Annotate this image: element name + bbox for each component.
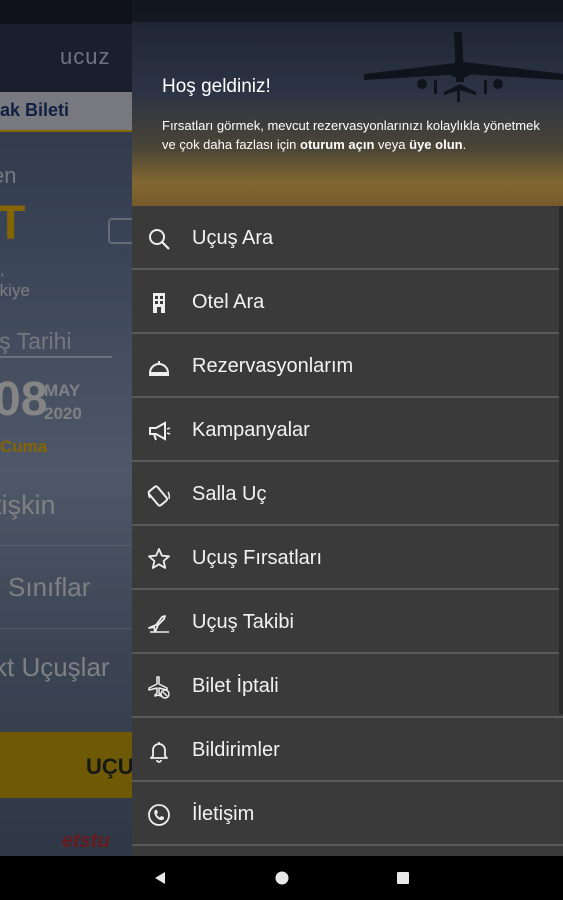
airplane-icon [364,32,563,102]
menu-item-notifications[interactable]: Bildirimler [132,718,563,782]
plane-cancel-icon [146,674,172,700]
menu-item-reservations[interactable]: Rezervasyonlarım [132,334,563,398]
menu-item-flight-tracking[interactable]: Uçuş Takibi [132,590,563,654]
scrollbar[interactable] [559,206,563,714]
menu-item-campaigns[interactable]: Kampanyalar [132,398,563,462]
register-link[interactable]: üye olun [409,137,462,152]
navigation-drawer: Hoş geldiniz! Fırsatları görmek, mevcut … [132,0,563,856]
drawer-header: Hoş geldiniz! Fırsatları görmek, mevcut … [132,0,563,206]
status-bar [132,0,563,22]
menu-item-ticket-cancel[interactable]: Bilet İptali [132,654,563,718]
service-bell-icon [146,354,172,380]
menu-item-contact[interactable]: İletişim [132,782,563,846]
menu-item-label: Bildirimler [192,739,280,761]
plane-icon [146,610,172,636]
welcome-text: veya [374,137,410,152]
recents-icon[interactable] [395,870,411,886]
menu-item-label: İletişim [192,803,255,825]
menu-item-shake-fly[interactable]: Salla Uç [132,462,563,526]
menu-item-label: Uçuş Fırsatları [192,547,323,569]
star-icon [146,546,172,572]
menu-item-label: Rezervasyonlarım [192,355,354,377]
menu-item-flight-deals[interactable]: Uçuş Fırsatları [132,526,563,590]
shake-phone-icon [146,482,172,508]
menu-item-label: Otel Ara [192,291,265,313]
building-icon [146,290,172,316]
menu-item-label: Uçuş Takibi [192,611,294,633]
system-navigation-bar [0,856,563,900]
menu-item-label: Bilet İptali [192,675,279,697]
welcome-title: Hoş geldiniz! [162,76,271,97]
drawer-menu: Uçuş Ara Otel Ara Rezervasyonlarım Kampa… [132,206,563,846]
menu-item-search-flight[interactable]: Uçuş Ara [132,206,563,270]
header-background [132,150,563,206]
home-icon[interactable] [274,870,290,886]
search-icon [146,226,172,252]
phone-icon [146,802,172,828]
megaphone-icon [146,418,172,444]
menu-item-label: Kampanyalar [192,419,310,441]
welcome-message: Fırsatları görmek, mevcut rezervasyonlar… [162,116,554,154]
welcome-text: . [462,137,467,152]
bell-icon [146,738,172,764]
menu-item-label: Uçuş Ara [192,227,274,249]
login-link[interactable]: oturum açın [300,137,374,152]
menu-item-search-hotel[interactable]: Otel Ara [132,270,563,334]
menu-item-label: Salla Uç [192,483,267,505]
back-icon[interactable] [152,870,168,886]
